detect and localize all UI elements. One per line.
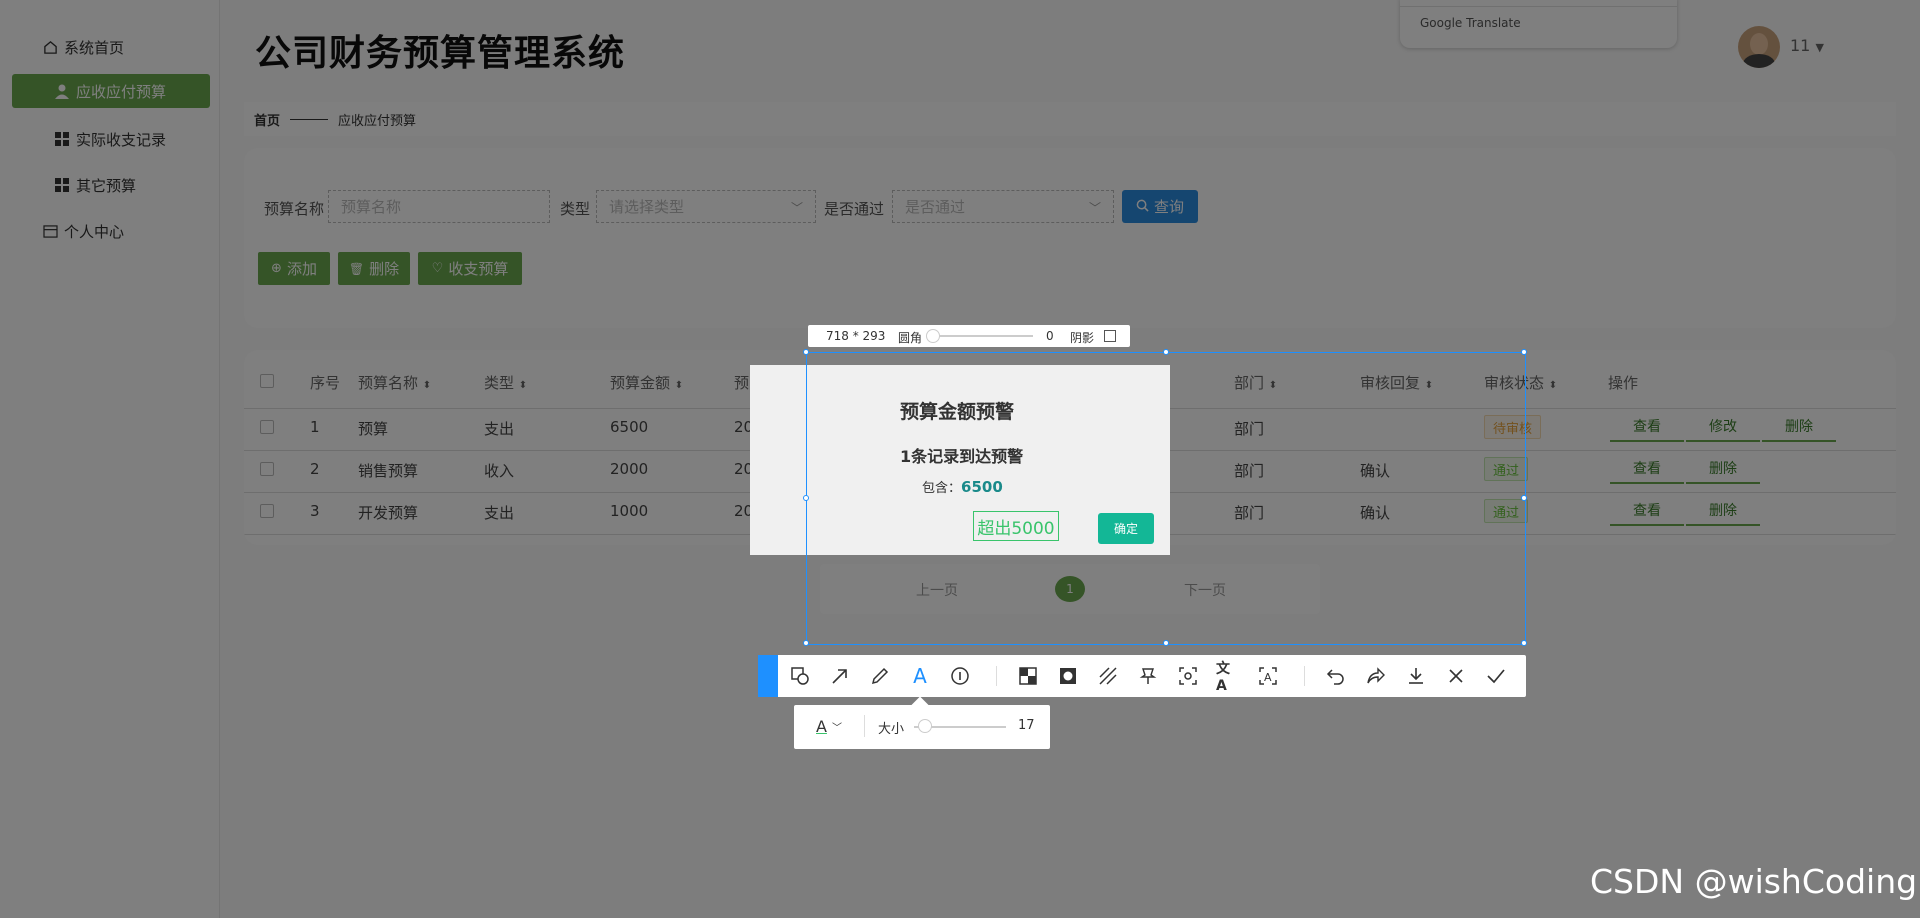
watermark: CSDN @wishCoding [1590, 862, 1918, 901]
resize-handle[interactable] [803, 495, 809, 501]
hatch-icon[interactable] [1096, 664, 1120, 688]
translate-icon[interactable]: 文A [1216, 661, 1240, 694]
capture-selection[interactable] [803, 349, 1527, 646]
pin-icon[interactable] [1136, 664, 1160, 688]
font-size-value: 17 [1018, 718, 1035, 733]
radius-slider-knob[interactable] [926, 329, 940, 343]
resize-handle[interactable] [1163, 349, 1169, 355]
toolbar-divider [996, 666, 997, 686]
text-icon[interactable]: A [908, 664, 932, 688]
share-icon[interactable] [1364, 664, 1388, 688]
pin-tab[interactable] [758, 655, 778, 697]
close-icon[interactable] [1444, 664, 1468, 688]
font-color-icon[interactable]: A [816, 717, 827, 736]
mosaic-icon[interactable] [1016, 664, 1040, 688]
radius-label: 圆角 [898, 331, 923, 345]
subbar-divider [864, 715, 865, 737]
capture-size: 718 * 293 [826, 329, 886, 343]
radius-value: 0 [1046, 329, 1054, 343]
resize-handle[interactable] [1163, 640, 1169, 646]
resize-handle[interactable] [1521, 349, 1527, 355]
shadow-label: 阴影 [1070, 331, 1095, 345]
toolbar-divider [1304, 666, 1305, 686]
shape-icon[interactable] [788, 664, 812, 688]
chevron-down-icon[interactable]: ﹀ [832, 719, 842, 734]
resize-handle[interactable] [1521, 640, 1527, 646]
blur-icon[interactable] [1056, 664, 1080, 688]
confirm-check-icon[interactable] [1484, 664, 1508, 688]
resize-handle[interactable] [1521, 495, 1527, 501]
crop-scan-icon[interactable] [1176, 664, 1200, 688]
svg-text:A: A [1264, 671, 1272, 684]
radius-slider-track[interactable] [933, 335, 1033, 337]
capture-size-bar: 718 * 293 圆角 0 阴影 [808, 325, 1130, 347]
ocr-icon[interactable]: A [1256, 664, 1280, 688]
font-size-slider-knob[interactable] [918, 719, 932, 733]
pencil-icon[interactable] [868, 664, 892, 688]
resize-handle[interactable] [803, 349, 809, 355]
download-icon[interactable] [1404, 664, 1428, 688]
undo-icon[interactable] [1324, 664, 1348, 688]
arrow-icon[interactable] [828, 664, 852, 688]
font-size-label: 大小 [878, 722, 905, 737]
shadow-checkbox[interactable] [1104, 330, 1116, 342]
resize-handle[interactable] [803, 640, 809, 646]
number-marker-icon[interactable] [948, 664, 972, 688]
text-options-bar: A ﹀ 大小 17 [794, 705, 1050, 749]
capture-toolbar: A 文A A [758, 655, 1526, 697]
